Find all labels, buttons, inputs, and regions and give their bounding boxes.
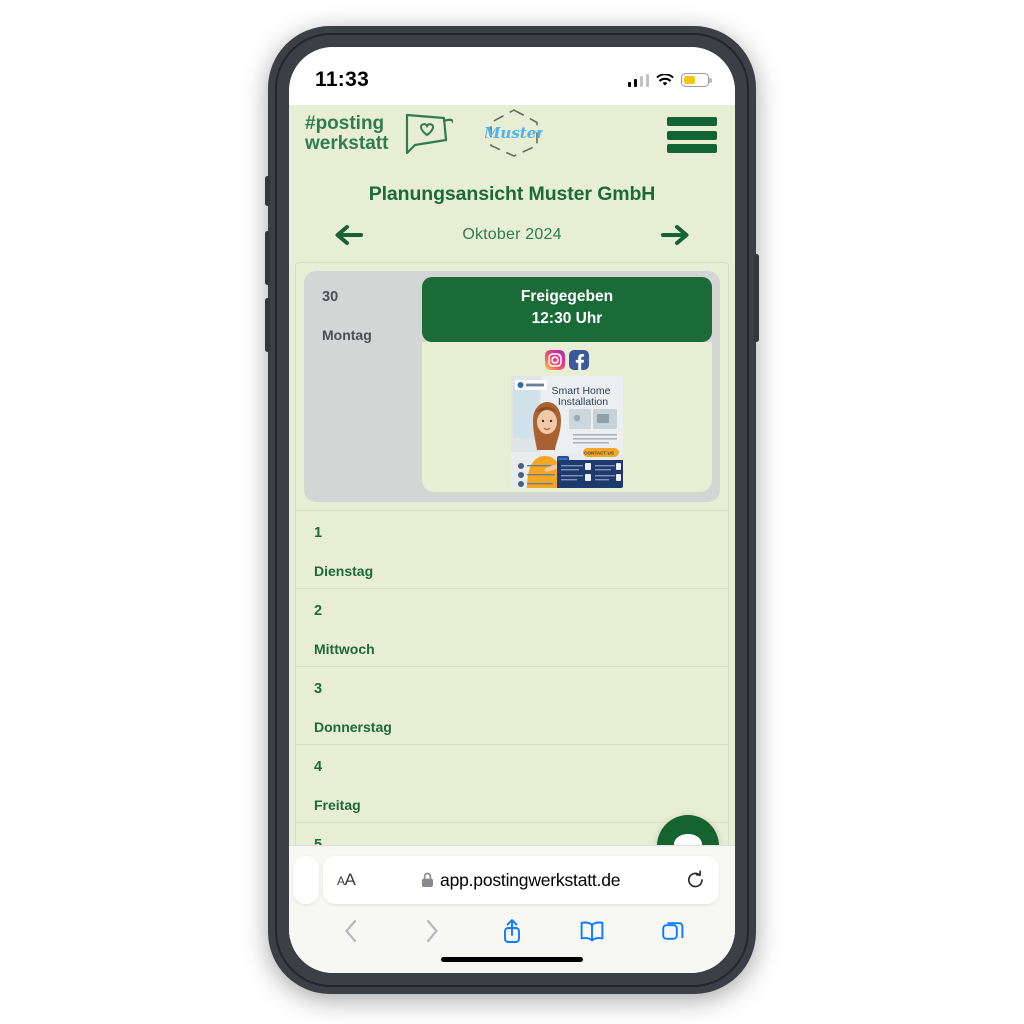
wifi-icon bbox=[656, 73, 674, 86]
thumbnail-cta: CONTACT US bbox=[584, 451, 614, 456]
customer-logo-muster[interactable]: Muster bbox=[483, 107, 545, 164]
reload-icon bbox=[687, 870, 703, 888]
post-time-label: 12:30 Uhr bbox=[531, 310, 603, 328]
calendar-day-row[interactable]: 30 Montag Freigegeben 12:30 Uhr Smart Ho… bbox=[296, 263, 728, 511]
day-number: 30 bbox=[322, 289, 339, 305]
current-month-label: Oktober 2024 bbox=[462, 226, 562, 243]
volume-up-button[interactable] bbox=[265, 231, 270, 285]
home-indicator bbox=[441, 956, 583, 962]
tabs-icon bbox=[662, 922, 684, 940]
status-bar-clock: 11:33 bbox=[315, 68, 370, 91]
page-body: Planungsansicht Muster GmbH Oktober 2024 bbox=[289, 165, 735, 905]
brand-line-1: #posting bbox=[305, 113, 384, 134]
back-button[interactable] bbox=[329, 914, 373, 948]
calendar-day-row[interactable]: 3 Donnerstag bbox=[296, 667, 728, 745]
status-bar-indicators bbox=[627, 73, 712, 87]
day-label: 2 Mittwoch bbox=[296, 589, 414, 666]
day-weekday: Freitag bbox=[314, 796, 361, 813]
post-entry[interactable]: Freigegeben 12:30 Uhr Smart Home Install… bbox=[422, 271, 720, 502]
cellular-signal-icon bbox=[627, 73, 649, 87]
lock-icon bbox=[422, 872, 434, 887]
safari-toolbar bbox=[289, 912, 735, 950]
battery-icon bbox=[681, 73, 712, 87]
day-label: 3 Donnerstag bbox=[296, 667, 414, 744]
speech-bubble-heart-icon bbox=[405, 113, 455, 154]
instagram-icon[interactable] bbox=[545, 349, 565, 370]
reload-button[interactable] bbox=[686, 870, 705, 890]
brand-line-2: werkstatt bbox=[304, 133, 389, 154]
day-weekday: Donnerstag bbox=[314, 718, 392, 735]
day-number: 3 bbox=[314, 680, 323, 697]
hamburger-menu-icon[interactable] bbox=[667, 117, 717, 153]
day-label: 1 Dienstag bbox=[296, 511, 414, 588]
screenshot-stage: 11:33 #posting werkstatt Muster Planungs… bbox=[0, 0, 1024, 1024]
url-text: app.postingwerkstatt.de bbox=[440, 869, 621, 890]
power-button[interactable] bbox=[754, 254, 759, 342]
safari-url-bar[interactable]: AA app.postingwerkstatt.de bbox=[323, 856, 719, 904]
forward-chevron-icon bbox=[426, 919, 438, 943]
post-thumbnail[interactable]: Smart Home Installation CONTACT US bbox=[511, 375, 623, 488]
bookmarks-button[interactable] bbox=[570, 914, 614, 948]
next-month-button[interactable] bbox=[659, 222, 693, 248]
app-header: #posting werkstatt Muster bbox=[289, 105, 735, 165]
safari-bottom-bar: AA app.postingwerkstatt.de bbox=[289, 845, 735, 973]
tabs-button[interactable] bbox=[651, 914, 695, 948]
page-title: Planungsansicht Muster GmbH bbox=[368, 183, 656, 205]
calendar-day-row[interactable]: 2 Mittwoch bbox=[296, 589, 728, 667]
arrow-right-icon bbox=[660, 225, 689, 245]
postingwerkstatt-logo[interactable]: #posting werkstatt bbox=[303, 109, 455, 162]
bookmarks-book-icon bbox=[581, 921, 604, 942]
volume-down-button[interactable] bbox=[265, 298, 270, 352]
customer-logo-text: Muster bbox=[485, 124, 543, 142]
facebook-icon[interactable] bbox=[569, 349, 589, 370]
post-status-banner: Freigegeben 12:30 Uhr bbox=[422, 277, 712, 342]
day-label: 30 Montag bbox=[304, 271, 422, 502]
day-number: 1 bbox=[314, 524, 323, 541]
share-button[interactable] bbox=[490, 914, 534, 948]
back-chevron-icon bbox=[345, 919, 357, 943]
silent-switch[interactable] bbox=[265, 176, 270, 206]
day-weekday: Dienstag bbox=[314, 562, 374, 579]
month-navigation: Oktober 2024 bbox=[289, 206, 735, 248]
adjacent-tab-peek[interactable] bbox=[293, 856, 319, 904]
phone-screen: 11:33 #posting werkstatt Muster Planungs… bbox=[289, 47, 735, 973]
calendar-day-row[interactable]: 4 Freitag bbox=[296, 745, 728, 823]
url-display[interactable]: app.postingwerkstatt.de bbox=[355, 870, 686, 891]
ios-status-bar: 11:33 bbox=[289, 47, 735, 105]
calendar-list: 30 Montag Freigegeben 12:30 Uhr Smart Ho… bbox=[295, 262, 729, 902]
share-icon bbox=[504, 919, 520, 943]
calendar-day-row[interactable]: 1 Dienstag bbox=[296, 511, 728, 589]
arrow-left-icon bbox=[335, 225, 363, 245]
post-card: Smart Home Installation CONTACT US bbox=[422, 341, 712, 492]
day-number: 2 bbox=[314, 602, 323, 619]
phone-device-frame: 11:33 #posting werkstatt Muster Planungs… bbox=[265, 26, 759, 994]
day-weekday: Mittwoch bbox=[314, 640, 375, 657]
day-number: 4 bbox=[314, 758, 323, 775]
day-weekday: Montag bbox=[322, 327, 372, 343]
thumbnail-headline-2: Installation bbox=[558, 396, 608, 408]
text-size-button[interactable]: AA bbox=[337, 870, 356, 890]
post-status-label: Freigegeben bbox=[520, 288, 614, 305]
forward-button[interactable] bbox=[410, 914, 454, 948]
prev-month-button[interactable] bbox=[331, 222, 365, 248]
post-channel-icons bbox=[422, 349, 712, 370]
day-label: 4 Freitag bbox=[296, 745, 414, 822]
